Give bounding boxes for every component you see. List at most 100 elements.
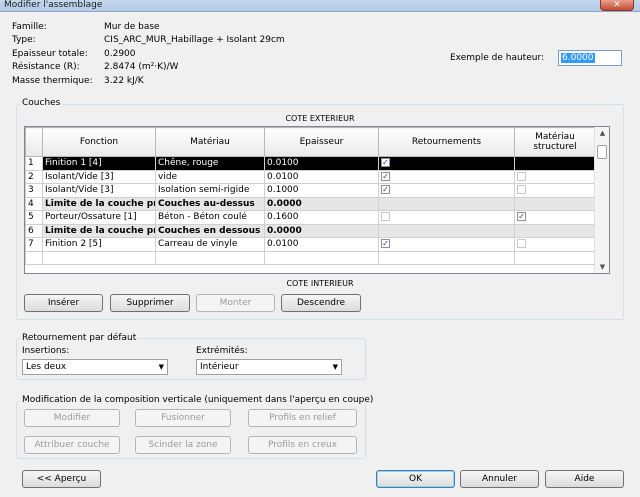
split-region-button[interactable]: Scinder la zone	[135, 436, 231, 454]
scroll-up-icon[interactable]: ▲	[595, 129, 609, 137]
layer-structural-cell[interactable]: ✓	[514, 210, 596, 225]
property-family: Famille: Mur de base	[12, 20, 285, 34]
checkbox[interactable]: ✓	[381, 185, 390, 195]
layer-function[interactable]: Isolant/Vide [3]	[42, 169, 156, 184]
layer-function[interactable]: Finition 2 [5]	[42, 237, 156, 252]
property-label: Type:	[12, 35, 36, 46]
layer-thickness[interactable]: 0.1600	[264, 210, 379, 225]
table-row[interactable]: 5 Porteur/Ossature [1] Béton - Béton coulé…	[25, 210, 596, 225]
table-row-empty	[25, 250, 596, 265]
column-header-material[interactable]: Matériau	[155, 127, 265, 157]
checkbox[interactable]	[517, 185, 526, 195]
move-up-button[interactable]: Monter	[196, 294, 275, 312]
ends-value: Intérieur	[200, 362, 239, 372]
assembly-properties: Famille: Mur de base Type: CIS_ARC_MUR_H…	[12, 20, 285, 88]
layer-thickness[interactable]: 0.1000	[264, 183, 379, 198]
layer-structural-cell[interactable]	[514, 237, 596, 252]
layers-group-label: Couches	[20, 98, 63, 108]
empty-cell	[42, 250, 156, 265]
layer-thickness[interactable]: 0.0100	[264, 237, 379, 252]
layers-table: Fonction Matériau Epaisseur Retournement…	[25, 127, 596, 265]
layer-function[interactable]: Finition 1 [4]	[42, 156, 156, 171]
window-title: Modifier l'assemblage	[4, 0, 103, 10]
layer-material[interactable]: Couches en dessous	[155, 223, 265, 238]
checkbox[interactable]	[517, 158, 526, 168]
property-resistance: Résistance (R): 2.8474 (m²·K)/W	[12, 61, 285, 75]
help-button[interactable]: Aide	[545, 470, 624, 488]
layer-material[interactable]: vide	[155, 169, 265, 184]
checkbox[interactable]: ✓	[381, 158, 390, 168]
scroll-thumb[interactable]	[597, 145, 607, 159]
chevron-down-icon: ▼	[158, 363, 164, 371]
empty-cell	[25, 250, 43, 265]
table-row[interactable]: 1 Finition 1 [4] Chêne, rouge 0.0100 ✓	[25, 156, 596, 171]
empty-cell	[378, 250, 515, 265]
layer-number: 3	[25, 183, 43, 198]
column-header-function[interactable]: Fonction	[42, 127, 156, 157]
layer-material[interactable]: Béton - Béton coulé	[155, 210, 265, 225]
checkbox[interactable]: ✓	[517, 212, 526, 222]
table-row[interactable]: 6 Limite de la couche pri Couches en desso…	[25, 223, 596, 238]
property-label: Résistance (R):	[12, 62, 80, 73]
property-thermal-mass: Masse thermique: 3.22 kJ/K	[12, 74, 285, 88]
checkbox[interactable]: ✓	[381, 239, 390, 249]
ok-button[interactable]: OK	[376, 470, 455, 488]
layer-structural-cell	[514, 223, 596, 238]
layers-body: 1 Finition 1 [4] Chêne, rouge 0.0100 ✓ 2 Isola…	[25, 156, 596, 265]
property-label: Famille:	[12, 21, 47, 32]
layer-wrap-cell[interactable]: ✓	[378, 169, 515, 184]
layer-number: 5	[25, 210, 43, 225]
cancel-button[interactable]: Annuler	[460, 470, 539, 488]
table-row[interactable]: 3 Isolant/Vide [3] Isolation semi-rigide 0.…	[25, 183, 596, 198]
layer-structural-cell[interactable]	[514, 183, 596, 198]
checkbox[interactable]	[517, 239, 526, 249]
property-label: Epaisseur totale:	[12, 48, 88, 59]
layer-function[interactable]: Limite de la couche pri	[42, 196, 156, 211]
merge-button[interactable]: Fusionner	[135, 409, 231, 427]
ends-select[interactable]: Intérieur ▼	[196, 359, 342, 375]
layer-material[interactable]: Chêne, rouge	[155, 156, 265, 171]
layer-structural-cell[interactable]	[514, 156, 596, 171]
layer-function[interactable]: Porteur/Ossature [1]	[42, 210, 156, 225]
checkbox[interactable]	[517, 171, 526, 181]
column-header-thickness[interactable]: Epaisseur	[264, 127, 379, 157]
layer-thickness[interactable]: 0.0100	[264, 156, 379, 171]
layers-grid[interactable]: Fonction Matériau Epaisseur Retournement…	[24, 126, 610, 274]
layer-thickness[interactable]: 0.0000	[264, 223, 379, 238]
sweeps-button[interactable]: Profils en relief	[248, 409, 357, 427]
delete-button[interactable]: Supprimer	[110, 294, 190, 312]
checkbox[interactable]: ✓	[381, 171, 390, 181]
layer-wrap-cell[interactable]: ✓	[378, 237, 515, 252]
layer-wrap-cell[interactable]: ✓	[378, 156, 515, 171]
insertions-select[interactable]: Les deux ▼	[22, 359, 168, 375]
layer-thickness[interactable]: 0.0100	[264, 169, 379, 184]
table-row[interactable]: 7 Finition 2 [5] Carreau de vinyle 0.0100 ✓	[25, 237, 596, 252]
checkbox[interactable]	[381, 212, 390, 222]
layer-structural-cell[interactable]	[514, 169, 596, 184]
layer-material[interactable]: Carreau de vinyle	[155, 237, 265, 252]
assign-layer-button[interactable]: Attribuer couche	[24, 436, 120, 454]
layer-material[interactable]: Isolation semi-rigide	[155, 183, 265, 198]
scroll-down-icon[interactable]: ▼	[595, 263, 609, 271]
layer-function[interactable]: Limite de la couche pri	[42, 223, 156, 238]
layer-material[interactable]: Couches au-dessus	[155, 196, 265, 211]
move-down-button[interactable]: Descendre	[281, 294, 361, 312]
layer-wrap-cell[interactable]: ✓	[378, 183, 515, 198]
layer-number: 1	[25, 156, 43, 171]
close-button[interactable]: ✕	[600, 0, 634, 11]
reveals-button[interactable]: Profils en creux	[248, 436, 357, 454]
insert-button[interactable]: Insérer	[24, 294, 103, 312]
table-row[interactable]: 4 Limite de la couche pri Couches au-dessu…	[25, 196, 596, 211]
column-header-structural[interactable]: Matériau structurel	[514, 127, 596, 157]
preview-button[interactable]: << Aperçu	[22, 470, 101, 488]
table-row[interactable]: 2 Isolant/Vide [3] vide 0.0100 ✓	[25, 169, 596, 184]
layers-scrollbar[interactable]: ▲ ▼	[594, 127, 609, 273]
column-header-wraps[interactable]: Retournements	[378, 127, 515, 157]
layer-thickness[interactable]: 0.0000	[264, 196, 379, 211]
layer-wrap-cell[interactable]	[378, 210, 515, 225]
layer-structural-cell	[514, 196, 596, 211]
property-value: 3.22 kJ/K	[104, 75, 144, 86]
sample-height-input[interactable]: 6.0000	[558, 50, 622, 66]
modify-button[interactable]: Modifier	[24, 409, 120, 427]
layer-function[interactable]: Isolant/Vide [3]	[42, 183, 156, 198]
